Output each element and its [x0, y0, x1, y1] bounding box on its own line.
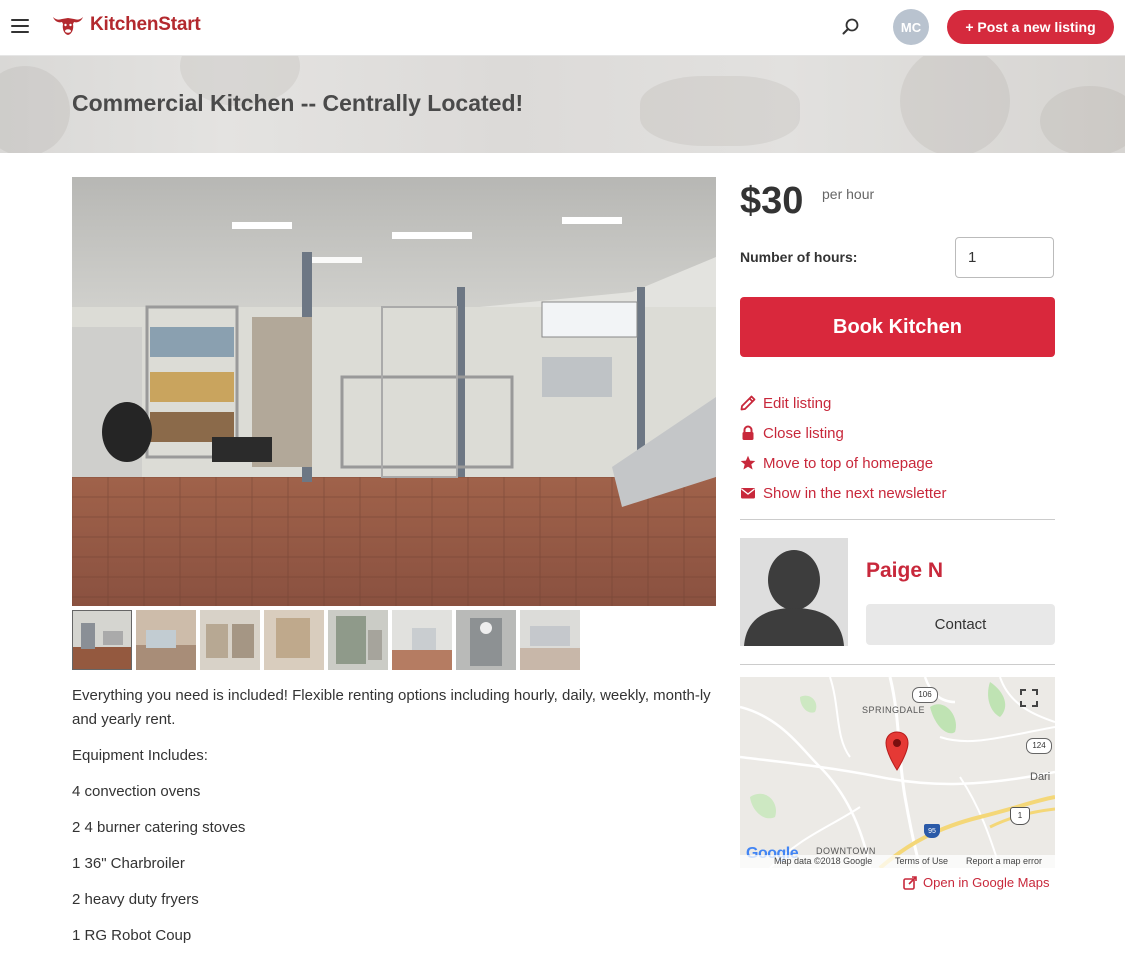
thumbnail-5[interactable]	[328, 610, 388, 670]
envelope-icon	[741, 488, 755, 499]
photo-thumbnails	[72, 610, 580, 670]
equipment-item: 1 RG Robot Coup	[72, 927, 192, 944]
thumbnail-1[interactable]	[72, 610, 132, 670]
hamburger-icon[interactable]	[11, 19, 29, 33]
pencil-icon	[740, 395, 756, 411]
contact-button[interactable]: Contact	[866, 604, 1055, 645]
hours-input[interactable]	[955, 237, 1054, 278]
open-in-google-maps-label: Open in Google Maps	[923, 875, 1050, 890]
fullscreen-icon[interactable]	[1020, 689, 1038, 707]
route-shield: 106	[912, 687, 938, 703]
listing-price: $30	[740, 180, 804, 222]
search-icon[interactable]	[840, 16, 862, 38]
move-to-top-link[interactable]: Move to top of homepage	[740, 448, 1055, 478]
logo-text: KitchenStart	[90, 14, 201, 35]
top-navigation-bar: KitchenStart MC + Post a new listing	[0, 0, 1125, 56]
user-avatar[interactable]: MC	[893, 9, 929, 45]
thumbnail-4[interactable]	[264, 610, 324, 670]
owner-actions: Edit listing Close listing Move to top o…	[740, 388, 1055, 508]
lock-icon	[742, 425, 754, 440]
thumbnail-8[interactable]	[520, 610, 580, 670]
person-silhouette-icon	[740, 538, 848, 646]
newsletter-link[interactable]: Show in the next newsletter	[740, 478, 1055, 508]
map-footer: Map data ©2018 Google Terms of Use Repor…	[740, 855, 1055, 868]
bull-head-icon	[53, 17, 83, 35]
edit-listing-link[interactable]: Edit listing	[740, 388, 1055, 418]
description-paragraph: Equipment Includes:	[72, 747, 208, 764]
owner-avatar[interactable]	[740, 538, 848, 646]
external-link-icon	[903, 875, 917, 890]
location-map[interactable]: SPRINGDALE DOWNTOWN Dari 106 124 1 95 Go…	[740, 677, 1055, 868]
divider	[740, 519, 1055, 520]
terms-of-use-link[interactable]: Terms of Use	[895, 856, 948, 866]
thumbnail-2[interactable]	[136, 610, 196, 670]
map-data-attribution: Map data ©2018 Google	[774, 856, 873, 866]
action-label: Edit listing	[763, 394, 832, 412]
description-paragraph: Everything you need is included! Flexibl…	[72, 687, 711, 728]
thumbnail-3[interactable]	[200, 610, 260, 670]
map-pin-icon[interactable]	[885, 731, 909, 771]
listing-hero-banner: Commercial Kitchen -- Centrally Located!	[0, 56, 1125, 153]
equipment-item: 4 convection ovens	[72, 783, 201, 800]
action-label: Close listing	[763, 424, 844, 442]
post-new-listing-button[interactable]: + Post a new listing	[947, 10, 1114, 44]
main-listing-photo[interactable]	[72, 177, 716, 606]
equipment-item: 2 4 burner catering stoves	[72, 819, 246, 836]
action-label: Move to top of homepage	[763, 454, 934, 472]
book-kitchen-button[interactable]: Book Kitchen	[740, 297, 1055, 357]
close-listing-link[interactable]: Close listing	[740, 418, 1055, 448]
route-shield: 124	[1026, 738, 1052, 754]
price-unit: per hour	[822, 186, 875, 202]
route-shield: 1	[1010, 807, 1030, 825]
site-logo[interactable]: KitchenStart	[52, 14, 201, 36]
map-label-springdale: SPRINGDALE	[862, 705, 926, 715]
map-label-darien: Dari	[1030, 771, 1051, 783]
report-map-error-link[interactable]: Report a map error	[966, 856, 1042, 866]
thumbnail-7[interactable]	[456, 610, 516, 670]
interstate-shield: 95	[924, 824, 940, 838]
listing-title: Commercial Kitchen -- Centrally Located!	[72, 90, 524, 116]
open-in-google-maps-link[interactable]: Open in Google Maps	[903, 875, 1049, 890]
divider	[740, 664, 1055, 665]
hours-label: Number of hours:	[740, 249, 858, 265]
thumbnail-6[interactable]	[392, 610, 452, 670]
listing-description: Everything you need is included! Flexibl…	[72, 684, 716, 960]
star-icon	[740, 455, 756, 470]
equipment-item: 1 36" Charbroiler	[72, 855, 185, 872]
action-label: Show in the next newsletter	[763, 484, 947, 502]
owner-name[interactable]: Paige N	[866, 559, 943, 583]
equipment-item: 2 heavy duty fryers	[72, 891, 199, 908]
